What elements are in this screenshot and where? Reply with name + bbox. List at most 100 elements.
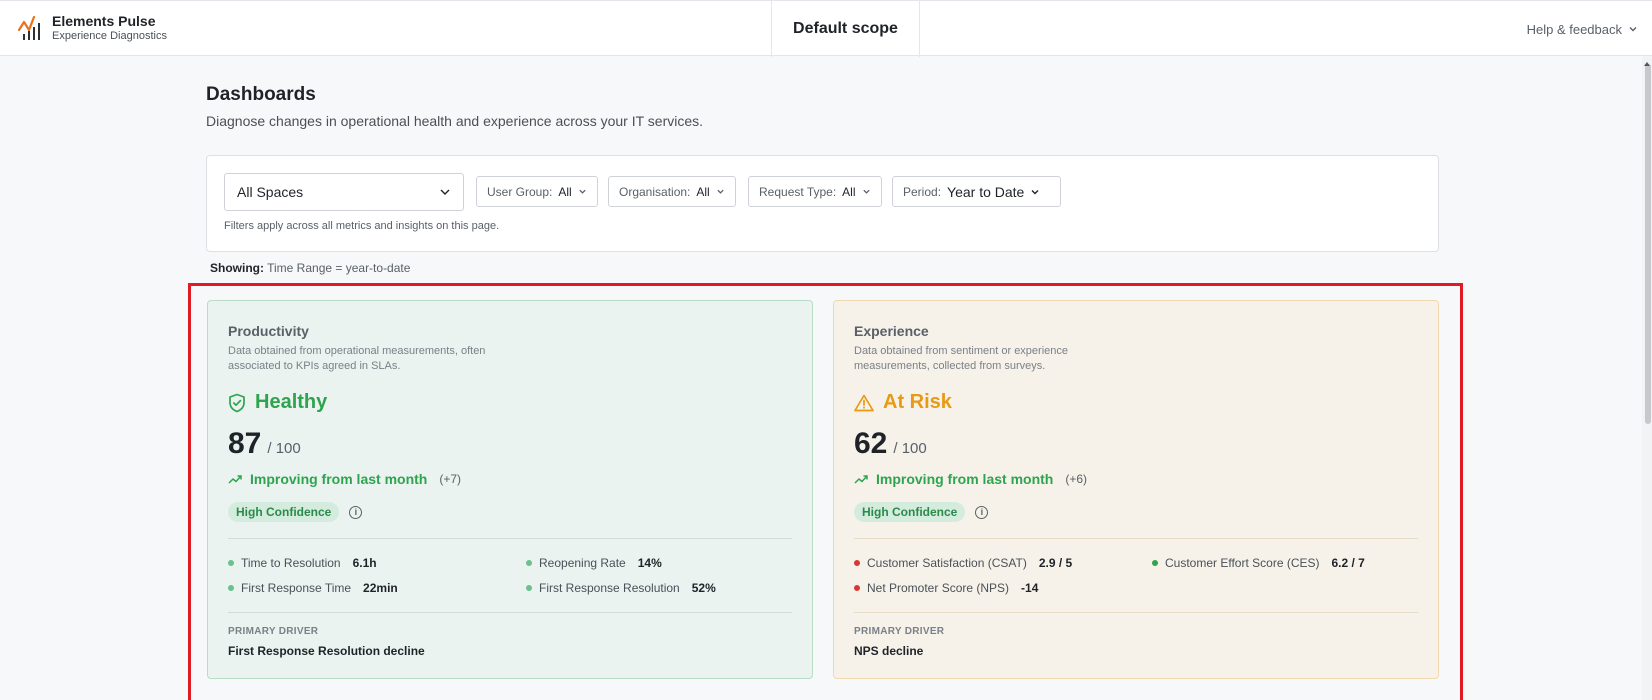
metric-nps: Net Promoter Score (NPS) -14 [854, 581, 1038, 595]
metric-label: Reopening Rate [539, 556, 626, 570]
card-title: Experience [854, 323, 929, 339]
confidence-badge: High Confidence [228, 502, 340, 522]
scope-selector[interactable]: Default scope [771, 1, 920, 57]
metric-value: 6.1h [352, 556, 377, 570]
organisation-label: Organisation: [619, 184, 691, 199]
metric-label: Customer Satisfaction (CSAT) [867, 556, 1027, 570]
metric-ces: Customer Effort Score (CES) 6.2 / 7 [1152, 556, 1365, 570]
divider [854, 538, 1418, 539]
metric-label: First Response Time [241, 581, 352, 595]
metric-csat: Customer Satisfaction (CSAT) 2.9 / 5 [854, 556, 1072, 570]
status-dot [854, 560, 860, 566]
chevron-down-icon [717, 189, 724, 194]
metric-first-response-resolution: First Response Resolution 52% [526, 581, 716, 595]
page-subtitle: Diagnose changes in operational health a… [206, 113, 704, 129]
card-title: Productivity [228, 323, 309, 339]
chevron-down-icon [1629, 27, 1637, 32]
organisation-filter[interactable]: Organisation: All [608, 176, 736, 207]
score-value: 87 [228, 427, 262, 460]
organisation-value: All [696, 184, 710, 199]
metric-value: -14 [1021, 581, 1039, 595]
chevron-down-icon [440, 189, 450, 195]
status-dot [526, 560, 532, 566]
filter-panel: All Spaces User Group: All Organisation:… [206, 155, 1439, 252]
scroll-up-arrow-icon[interactable] [1644, 62, 1650, 66]
status-badge: Healthy [228, 391, 327, 414]
score: 62 / 100 [854, 427, 927, 461]
info-icon[interactable]: i [349, 505, 363, 519]
request-type-filter[interactable]: Request Type: All [748, 176, 882, 207]
trending-up-icon [228, 475, 242, 484]
period-value: Year to Date [947, 183, 1025, 200]
metric-time-to-resolution: Time to Resolution 6.1h [228, 556, 377, 570]
score-max: / 100 [893, 440, 927, 457]
showing-value: Time Range = year-to-date [267, 261, 411, 275]
trend: Improving from last month (+7) [228, 471, 461, 487]
trend-label: Improving from last month [250, 471, 428, 487]
divider [228, 538, 792, 539]
showing-summary: Showing: Time Range = year-to-date [210, 261, 410, 275]
request-type-value: All [842, 184, 856, 199]
confidence-badge: High Confidence [854, 502, 966, 522]
score-max: / 100 [267, 440, 301, 457]
help-feedback-label: Help & feedback [1526, 21, 1622, 37]
metric-label: Net Promoter Score (NPS) [867, 581, 1010, 595]
app-name: Elements Pulse [52, 13, 156, 29]
user-group-filter[interactable]: User Group: All [476, 176, 598, 207]
brand[interactable]: Elements Pulse Experience Diagnostics [18, 13, 167, 43]
metric-value: 52% [691, 581, 716, 595]
chevron-down-icon [862, 189, 870, 194]
trend-delta: (+7) [439, 472, 462, 486]
info-icon[interactable]: i [975, 505, 989, 519]
card-description: Data obtained from operational measureme… [228, 345, 486, 372]
trending-up-icon [854, 475, 868, 484]
warning-triangle-icon [854, 394, 874, 411]
status-label: At Risk [883, 391, 952, 413]
space-select[interactable]: All Spaces [224, 173, 464, 211]
period-filter[interactable]: Period: Year to Date [892, 176, 1061, 207]
top-bar: Elements Pulse Experience Diagnostics De… [0, 0, 1652, 57]
app-subtitle: Experience Diagnostics [52, 30, 167, 42]
page-title: Dashboards [206, 84, 316, 105]
status-badge: At Risk [854, 391, 952, 414]
user-group-label: User Group: [487, 184, 553, 199]
primary-driver-label: PRIMARY DRIVER [854, 626, 945, 637]
period-label: Period: [903, 184, 942, 199]
metric-value: 6.2 / 7 [1331, 556, 1365, 570]
metric-value: 14% [637, 556, 662, 570]
experience-card[interactable]: Experience Data obtained from sentiment … [833, 300, 1439, 679]
help-feedback-menu[interactable]: Help & feedback [1527, 1, 1638, 57]
primary-driver-value: First Response Resolution decline [228, 644, 425, 658]
primary-driver-label: PRIMARY DRIVER [228, 626, 319, 637]
metric-label: Customer Effort Score (CES) [1165, 556, 1320, 570]
chevron-down-icon [579, 189, 586, 194]
status-dot [228, 560, 234, 566]
confidence: High Confidence i [228, 502, 363, 522]
elements-pulse-logo-icon [18, 15, 40, 40]
page-scrollbar[interactable] [1642, 56, 1652, 700]
filters-note: Filters apply across all metrics and ins… [224, 220, 500, 232]
space-select-value: All Spaces [237, 184, 304, 200]
metric-label: First Response Resolution [539, 581, 680, 595]
trend-delta: (+6) [1065, 472, 1088, 486]
status-dot [228, 585, 234, 591]
divider [228, 612, 792, 613]
metric-reopening-rate: Reopening Rate 14% [526, 556, 662, 570]
metric-first-response-time: First Response Time 22min [228, 581, 398, 595]
chevron-down-icon [1031, 189, 1039, 194]
showing-label: Showing: [210, 261, 264, 275]
trend-label: Improving from last month [876, 471, 1054, 487]
scrollbar-thumb[interactable] [1645, 64, 1651, 424]
trend: Improving from last month (+6) [854, 471, 1087, 487]
confidence: High Confidence i [854, 502, 989, 522]
metric-value: 2.9 / 5 [1038, 556, 1073, 570]
status-label: Healthy [255, 391, 328, 413]
primary-driver-value: NPS decline [854, 644, 924, 658]
metric-value: 22min [363, 581, 398, 595]
metric-label: Time to Resolution [241, 556, 341, 570]
productivity-card[interactable]: Productivity Data obtained from operatio… [207, 300, 813, 679]
status-dot [526, 585, 532, 591]
divider [854, 612, 1418, 613]
score: 87 / 100 [228, 427, 301, 461]
score-value: 62 [854, 427, 888, 460]
